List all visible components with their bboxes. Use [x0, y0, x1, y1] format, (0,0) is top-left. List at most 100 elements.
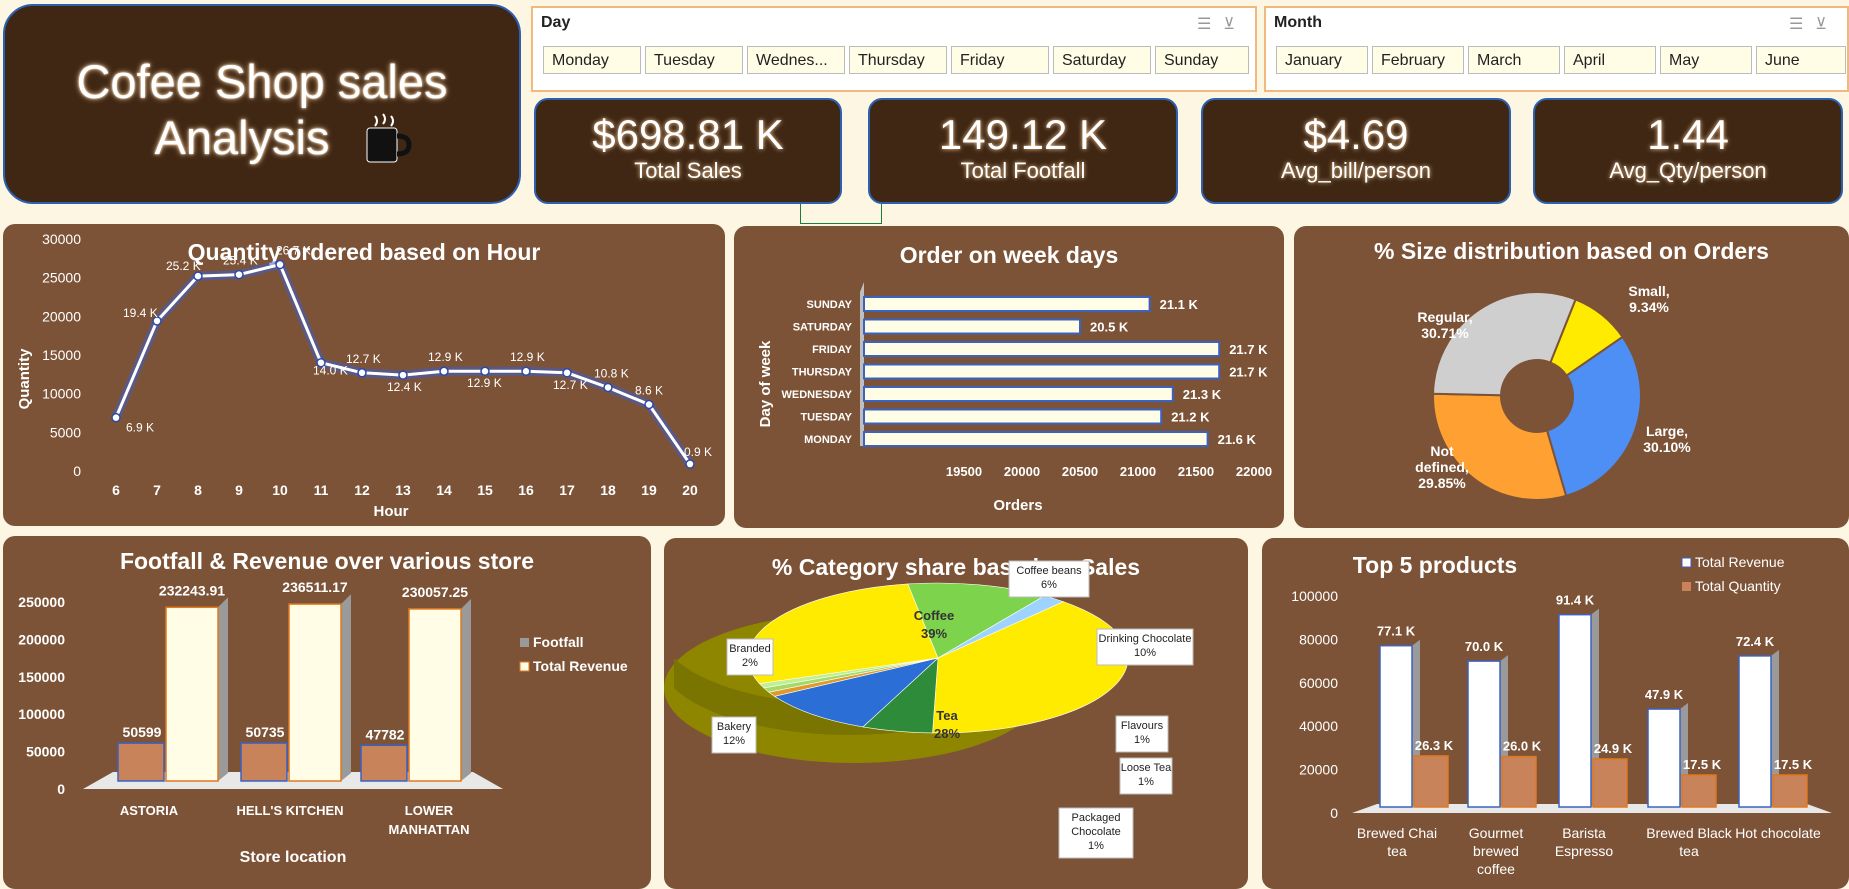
size-donut-chart: Small,9.34% Large,30.10% Notdefined,29.85%…	[1415, 283, 1691, 501]
data-label: 12.7 K	[346, 352, 381, 366]
revenue-bar	[1467, 660, 1501, 808]
data-label: 10.8 K	[594, 366, 629, 380]
weekday-chart-panel[interactable]: Order on week days SUNDAY 21.1 K SATURDAY 2…	[734, 226, 1284, 528]
y-tick-label: 100000	[18, 706, 65, 722]
month-slicer-item[interactable]: February	[1372, 46, 1464, 74]
data-point	[480, 366, 490, 376]
revenue-bar	[1558, 613, 1592, 808]
slice-label: Coffee beans	[1016, 565, 1082, 577]
data-label: 14.0 K	[313, 364, 348, 378]
y-tick-label: 40000	[1299, 718, 1338, 734]
data-label: 24.9 K	[1594, 741, 1633, 756]
day-slicer: Day ☰⊻ Monday Tuesday Wednes... Thursday…	[531, 6, 1257, 92]
multi-select-icon[interactable]: ☰	[1197, 16, 1223, 33]
clear-filter-icon[interactable]: ⊻	[1815, 16, 1839, 33]
y-tick-label: 0	[57, 781, 65, 797]
weekday-bar	[863, 386, 1174, 402]
y-tick-label: 80000	[1299, 631, 1338, 647]
data-label: 91.4 K	[1556, 593, 1595, 608]
category-pie-chart: Coffee 39% Coffee beans 6% Drinking Chocolat…	[664, 560, 1194, 859]
slice-label: Chocolate	[1071, 826, 1121, 838]
data-label: 236511.17	[282, 579, 348, 595]
hour-chart-panel[interactable]: Quantity ordered based on Hour 0 5000 1000…	[3, 224, 725, 526]
hour-line-chart: 0 5000 10000 15000 20000 25000 30000 6.9 K 6 19.4…	[16, 231, 712, 520]
category-chart-panel[interactable]: % Category share based on Sales Coffee 39…	[664, 538, 1248, 889]
category-label: Espresso	[1555, 843, 1614, 859]
data-label: 12.9 K	[467, 376, 502, 390]
data-point	[111, 412, 121, 423]
category-label: SATURDAY	[793, 322, 853, 334]
y-tick-label: 150000	[18, 669, 65, 685]
slice-percent: 10%	[1134, 647, 1156, 659]
day-slicer-item[interactable]: Saturday	[1053, 46, 1151, 74]
weekday-bar	[863, 296, 1151, 312]
category-label: FRIDAY	[812, 344, 853, 356]
month-slicer-item[interactable]: April	[1564, 46, 1656, 74]
data-label: 25.2 K	[166, 259, 201, 273]
legend-swatch	[520, 638, 529, 647]
day-slicer-item[interactable]: Thursday	[849, 46, 947, 74]
x-axis-title: Hour	[374, 503, 409, 520]
month-slicer-item[interactable]: March	[1468, 46, 1560, 74]
month-slicer-item[interactable]: January	[1276, 46, 1368, 74]
day-slicer-item[interactable]: Wednes...	[747, 46, 845, 74]
slice-label: Packaged	[1072, 812, 1121, 824]
slice-label: Large,	[1646, 423, 1688, 439]
category-label: Brewed Chai	[1357, 825, 1437, 841]
y-tick-label: 20000	[1299, 762, 1338, 778]
category-label: Barista	[1562, 825, 1606, 841]
category-label: Brewed Black	[1646, 825, 1733, 841]
day-slicer-item[interactable]: Friday	[951, 46, 1049, 74]
category-label: WEDNESDAY	[782, 389, 853, 401]
data-label: 21.1 K	[1160, 297, 1199, 312]
data-label: 21.3 K	[1183, 387, 1222, 402]
slice-label: Branded	[729, 643, 771, 655]
multi-select-icon[interactable]: ☰	[1789, 16, 1815, 33]
size-chart-panel[interactable]: % Size distribution based on Orders Smal…	[1294, 226, 1849, 528]
slice-percent: 30.71%	[1421, 325, 1469, 341]
slice-percent: 28%	[934, 726, 960, 741]
x-tick-label: 14	[436, 482, 452, 498]
legend-label: Total Quantity	[1695, 578, 1781, 594]
data-label: 50735	[246, 724, 285, 740]
month-slicer: Month ☰⊻ January February March April Ma…	[1264, 6, 1849, 92]
kpi-avg-bill: $4.69 Avg_bill/person	[1201, 98, 1511, 204]
products-chart-panel[interactable]: Top 5 products 0 20000 40000 60000 80000 10000…	[1262, 538, 1849, 889]
day-slicer-item[interactable]: Sunday	[1155, 46, 1249, 74]
category-label: MANHATTAN	[388, 822, 469, 837]
data-label: 6.9 K	[126, 421, 154, 435]
data-point	[603, 382, 613, 393]
data-point	[562, 368, 572, 378]
slice-percent: 1%	[1138, 776, 1154, 788]
category-label: tea	[1679, 843, 1699, 859]
y-tick-label: 15000	[42, 347, 81, 363]
data-label: 26.7 K	[276, 244, 311, 258]
legend-swatch	[1682, 582, 1691, 591]
kpi-total-sales: $698.81 K Total Sales	[534, 98, 842, 204]
data-point	[234, 269, 244, 280]
clear-filter-icon[interactable]: ⊻	[1223, 16, 1247, 33]
slice-percent: 9.34%	[1629, 299, 1669, 315]
month-slicer-item[interactable]: June	[1756, 46, 1846, 74]
x-tick-label: 19	[641, 482, 657, 498]
slice-percent: 6%	[1041, 579, 1057, 591]
connector-line	[800, 204, 882, 224]
data-point	[193, 271, 203, 281]
series-line	[114, 262, 692, 465]
x-tick-label: 6	[112, 482, 120, 498]
day-slicer-item[interactable]: Tuesday	[645, 46, 743, 74]
data-label: 21.7 K	[1229, 342, 1268, 357]
day-slicer-item[interactable]: Monday	[543, 46, 641, 74]
revenue-bar	[1738, 655, 1772, 808]
y-tick-label: 50000	[26, 744, 65, 760]
slicer-action-icons: ☰⊻	[1789, 14, 1839, 34]
store-chart-panel[interactable]: Footfall & Revenue over various store 05…	[3, 536, 651, 889]
data-point	[357, 368, 367, 378]
month-slicer-item[interactable]: May	[1660, 46, 1752, 74]
legend-label: Total Revenue	[1695, 554, 1785, 570]
kpi-total-footfall: 149.12 K Total Footfall	[868, 98, 1178, 204]
x-tick-label: 19500	[946, 464, 982, 479]
legend-label: Footfall	[533, 634, 584, 650]
slice-label: Small,	[1628, 283, 1669, 299]
legend-swatch	[519, 661, 530, 672]
